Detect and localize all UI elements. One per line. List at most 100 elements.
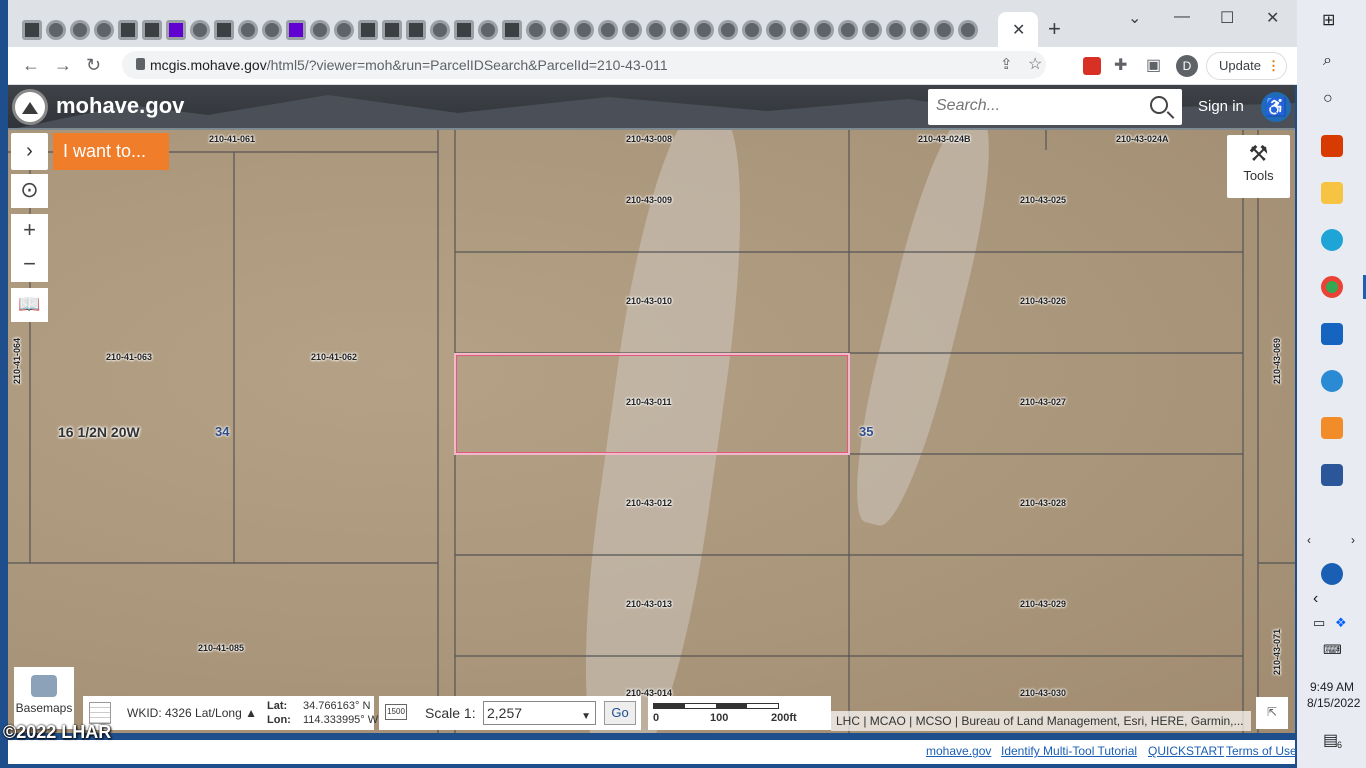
tab-favicon-icon[interactable]: [334, 20, 354, 40]
address-bar[interactable]: mcgis.mohave.gov/html5/?viewer=moh&run=P…: [122, 51, 1046, 79]
windows-start-icon[interactable]: ⊞: [1322, 10, 1335, 30]
scroll-left-icon[interactable]: ‹: [1307, 533, 1311, 547]
scroll-right-icon[interactable]: ›: [1351, 533, 1355, 547]
tab-favicon-icon[interactable]: [718, 20, 738, 40]
keyboard-icon[interactable]: ⌨: [1323, 642, 1342, 658]
media-player-icon[interactable]: [1321, 417, 1343, 439]
expand-panel-button[interactable]: ›: [11, 133, 48, 170]
tab-favicon-icon[interactable]: [406, 20, 426, 40]
clock[interactable]: 9:49 AM 8/15/2022: [1307, 679, 1360, 711]
footer-link-quickstart[interactable]: QUICKSTART: [1148, 744, 1224, 758]
word-icon[interactable]: [1321, 464, 1343, 486]
footer-link-tutorial[interactable]: Identify Multi-Tool Tutorial: [1001, 744, 1137, 758]
tab-favicon-icon[interactable]: [814, 20, 834, 40]
update-button[interactable]: Update ⋮: [1206, 52, 1287, 80]
tab-favicon-icon[interactable]: [22, 20, 42, 40]
tab-favicon-icon[interactable]: [838, 20, 858, 40]
tab-favicon-icon[interactable]: [766, 20, 786, 40]
go-button[interactable]: Go: [604, 701, 636, 725]
tab-favicon-icon[interactable]: [166, 20, 186, 40]
footer-link-terms[interactable]: Terms of Use: [1226, 744, 1297, 758]
dropbox-icon[interactable]: ❖: [1335, 615, 1347, 631]
reload-icon[interactable]: ↻: [86, 55, 101, 76]
sign-in-link[interactable]: Sign in: [1198, 98, 1244, 115]
tab-favicon-icon[interactable]: [862, 20, 882, 40]
tab-favicon-icon[interactable]: [886, 20, 906, 40]
new-tab-button[interactable]: +: [1048, 16, 1061, 42]
maximize-icon[interactable]: ☐: [1220, 8, 1234, 28]
tab-favicon-icon[interactable]: [622, 20, 642, 40]
tab-favicon-icon[interactable]: [94, 20, 114, 40]
bookmark-star-icon[interactable]: ☆: [1028, 54, 1042, 74]
tab-favicon-icon[interactable]: [670, 20, 690, 40]
tab-favicon-icon[interactable]: [310, 20, 330, 40]
close-tab-icon[interactable]: ✕: [1012, 20, 1025, 40]
tab-favicon-icon[interactable]: [430, 20, 450, 40]
tab-favicon-icon[interactable]: [142, 20, 162, 40]
chrome-icon[interactable]: [1321, 276, 1343, 298]
forward-icon[interactable]: →: [54, 55, 72, 76]
grid-icon[interactable]: [89, 702, 111, 724]
tab-favicon-icon[interactable]: [958, 20, 978, 40]
bookmarks-book-icon[interactable]: 📖: [11, 288, 48, 322]
tab-favicon-icon[interactable]: [46, 20, 66, 40]
locate-icon[interactable]: ⊙: [11, 174, 48, 208]
zoom-out-button[interactable]: −: [11, 248, 48, 282]
tab-favicon-icon[interactable]: [910, 20, 930, 40]
tab-favicon-icon[interactable]: [214, 20, 234, 40]
footer-link-mohave[interactable]: mohave.gov: [926, 744, 991, 758]
tab-search-icon[interactable]: ⌄: [1128, 8, 1141, 28]
collapse-arrow-icon[interactable]: ⇱: [1256, 697, 1288, 729]
site-name[interactable]: mohave.gov: [56, 93, 184, 119]
zoom-in-button[interactable]: +: [11, 214, 48, 248]
help-icon[interactable]: [1321, 563, 1343, 585]
wkid-selector[interactable]: WKID: 4326 Lat/Long ▲: [127, 706, 257, 720]
chevron-left-icon[interactable]: ‹: [1313, 590, 1318, 608]
close-window-icon[interactable]: ✕: [1266, 8, 1279, 28]
share-icon[interactable]: ⇪: [1000, 55, 1013, 73]
tools-button[interactable]: ⚒ Tools: [1227, 135, 1290, 198]
back-icon[interactable]: ←: [22, 55, 40, 76]
tab-favicon-icon[interactable]: [790, 20, 810, 40]
office-icon[interactable]: [1321, 135, 1343, 157]
lock-icon[interactable]: [136, 58, 145, 70]
notification-icon[interactable]: ▤: [1323, 730, 1338, 750]
tab-favicon-icon[interactable]: [358, 20, 378, 40]
tab-favicon-icon[interactable]: [118, 20, 138, 40]
search-icon[interactable]: [1150, 96, 1168, 114]
tab-favicon-icon[interactable]: [598, 20, 618, 40]
file-explorer-icon[interactable]: [1321, 182, 1343, 204]
side-panel-icon[interactable]: ▣: [1146, 55, 1161, 75]
minimize-icon[interactable]: —: [1174, 8, 1190, 26]
tab-favicon-icon[interactable]: [478, 20, 498, 40]
cortana-icon[interactable]: ○: [1323, 90, 1333, 108]
tab-favicon-icon[interactable]: [742, 20, 762, 40]
tab-favicon-icon[interactable]: [574, 20, 594, 40]
map-view[interactable]: 210-41-061 210-43-008 210-43-024B 210-43-02…: [8, 130, 1295, 733]
tab-favicon-icon[interactable]: [526, 20, 546, 40]
url-text[interactable]: mcgis.mohave.gov/html5/?viewer=moh&run=P…: [150, 57, 668, 73]
profile-avatar[interactable]: D: [1176, 55, 1198, 77]
i-want-to-button[interactable]: I want to...: [53, 133, 169, 170]
tab-favicon-icon[interactable]: [694, 20, 714, 40]
basemaps-button[interactable]: Basemaps: [14, 667, 74, 729]
tab-favicon-icon[interactable]: [646, 20, 666, 40]
map-attribution[interactable]: LHC | MCAO | MCSO | Bureau of Land Manag…: [831, 711, 1251, 731]
tab-favicon-icon[interactable]: [70, 20, 90, 40]
tab-favicon-icon[interactable]: [382, 20, 402, 40]
pdf-extension-icon[interactable]: [1083, 57, 1101, 75]
county-seal-logo[interactable]: [12, 89, 48, 125]
tab-favicon-icon[interactable]: [934, 20, 954, 40]
tab-favicon-icon[interactable]: [238, 20, 258, 40]
network-icon[interactable]: ▭: [1313, 615, 1325, 631]
accessibility-icon[interactable]: ♿: [1261, 92, 1291, 122]
edge-icon[interactable]: [1321, 229, 1343, 251]
internet-explorer-icon[interactable]: [1321, 370, 1343, 392]
search-icon[interactable]: ⌕: [1323, 52, 1332, 70]
store-icon[interactable]: [1321, 323, 1343, 345]
search-input[interactable]: [936, 97, 1136, 115]
tab-favicon-icon[interactable]: [454, 20, 474, 40]
extensions-puzzle-icon[interactable]: ✚: [1114, 55, 1127, 75]
scale-select[interactable]: 2,257 ▼: [483, 701, 596, 725]
tab-favicon-icon[interactable]: [286, 20, 306, 40]
